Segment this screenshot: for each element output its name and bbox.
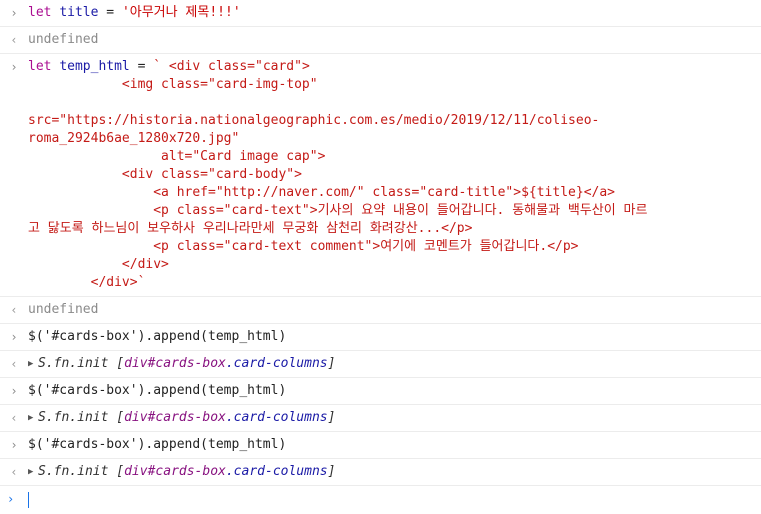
code-line: let title = '아무거나 제목!!!' <box>28 0 761 26</box>
object-bracket-open: [ <box>116 464 125 479</box>
template-line: <img class="card-img-top" <box>28 77 318 92</box>
keyword: let <box>28 59 52 74</box>
string-literal: '아무거나 제목!!!' <box>121 5 241 20</box>
template-line: <p class="card-text comment">여기에 코멘트가 들어… <box>28 239 579 254</box>
variable-name: title <box>59 5 99 20</box>
object-node-id: div#cards-box <box>124 410 226 425</box>
template-line: </div>` <box>28 275 146 290</box>
command-line: $('#cards-box').append(temp_html) <box>28 329 287 344</box>
template-line: 고 닳도록 하느님이 보우하사 우리나라만세 무궁화 삼천리 화려강산...</… <box>28 221 473 236</box>
object-bracket-close: ] <box>327 410 336 425</box>
variable-name: temp_html <box>59 59 130 74</box>
object-node-class: .card-columns <box>225 356 328 371</box>
console-input-entry[interactable]: › $('#cards-box').append(temp_html) <box>0 324 761 351</box>
object-node-class: .card-columns <box>225 464 328 479</box>
command-line: $('#cards-box').append(temp_html) <box>28 383 287 398</box>
console-input-entry[interactable]: › let title = '아무거나 제목!!!' <box>0 0 761 27</box>
object-bracket-open: [ <box>116 410 125 425</box>
result-arrow-icon: ‹ <box>10 33 18 47</box>
result-value: undefined <box>28 32 99 47</box>
result-arrow-icon: ‹ <box>10 303 18 317</box>
template-line: roma_2924b6ae_1280x720.jpg" <box>28 131 240 146</box>
template-line: <p class="card-text">기사의 요약 내용이 들어갑니다. 동… <box>28 203 648 218</box>
result-arrow-icon: ‹ <box>10 465 18 479</box>
input-prompt-icon: › <box>10 60 18 74</box>
keyword: let <box>28 5 52 20</box>
object-node-id: div#cards-box <box>124 356 226 371</box>
template-line: src="https://historia.nationalgeographic… <box>28 113 600 128</box>
active-prompt-icon: › <box>7 492 15 506</box>
operator: = <box>129 59 154 74</box>
console-result-entry[interactable]: ‹ ▶ S.fn.init [div#cards-box.card-columns… <box>0 459 761 486</box>
template-line: </div> <box>28 257 169 272</box>
expand-triangle-icon[interactable]: ▶ <box>28 409 38 427</box>
object-preview[interactable]: ▶ S.fn.init [div#cards-box.card-columns] <box>28 405 761 431</box>
console-result-entry[interactable]: ‹ ▶ S.fn.init [div#cards-box.card-columns… <box>0 351 761 378</box>
input-prompt-icon: › <box>10 6 18 20</box>
input-prompt-icon: › <box>10 384 18 398</box>
command-line: $('#cards-box').append(temp_html) <box>28 437 287 452</box>
object-preview[interactable]: ▶ S.fn.init [div#cards-box.card-columns] <box>28 459 761 485</box>
result-value: undefined <box>28 302 99 317</box>
object-bracket-close: ] <box>327 356 336 371</box>
object-type: S.fn.init <box>38 356 117 371</box>
console-prompt-input[interactable]: › <box>0 486 761 514</box>
object-preview[interactable]: ▶ S.fn.init [div#cards-box.card-columns] <box>28 351 761 377</box>
console-input-entry[interactable]: › $('#cards-box').append(temp_html) <box>0 378 761 405</box>
template-line: <a href="http://naver.com/" class="card-… <box>28 185 615 200</box>
input-prompt-icon: › <box>10 330 18 344</box>
input-prompt-icon: › <box>10 438 18 452</box>
object-node-id: div#cards-box <box>124 464 226 479</box>
console-result-entry: ‹ undefined <box>0 297 761 324</box>
template-line: <div class="card-body"> <box>28 167 302 182</box>
expand-triangle-icon[interactable]: ▶ <box>28 463 38 481</box>
console-input-entry[interactable]: › let temp_html = ` <div class="card"> <… <box>0 54 761 297</box>
object-type: S.fn.init <box>38 410 117 425</box>
console-input-entry[interactable]: › $('#cards-box').append(temp_html) <box>0 432 761 459</box>
console-result-entry[interactable]: ‹ ▶ S.fn.init [div#cards-box.card-columns… <box>0 405 761 432</box>
console-result-entry: ‹ undefined <box>0 27 761 54</box>
template-line: ` <div class="card"> <box>153 59 310 74</box>
operator: = <box>98 5 122 20</box>
object-type: S.fn.init <box>38 464 117 479</box>
template-line: alt="Card image cap"> <box>28 149 326 164</box>
result-arrow-icon: ‹ <box>10 411 18 425</box>
object-node-class: .card-columns <box>225 410 328 425</box>
object-bracket-open: [ <box>116 356 125 371</box>
code-block: let temp_html = ` <div class="card"> <im… <box>28 54 761 296</box>
expand-triangle-icon[interactable]: ▶ <box>28 355 38 373</box>
object-bracket-close: ] <box>327 464 336 479</box>
text-cursor <box>28 492 29 508</box>
devtools-console: › let title = '아무거나 제목!!!' ‹ undefined ›… <box>0 0 761 514</box>
result-arrow-icon: ‹ <box>10 357 18 371</box>
